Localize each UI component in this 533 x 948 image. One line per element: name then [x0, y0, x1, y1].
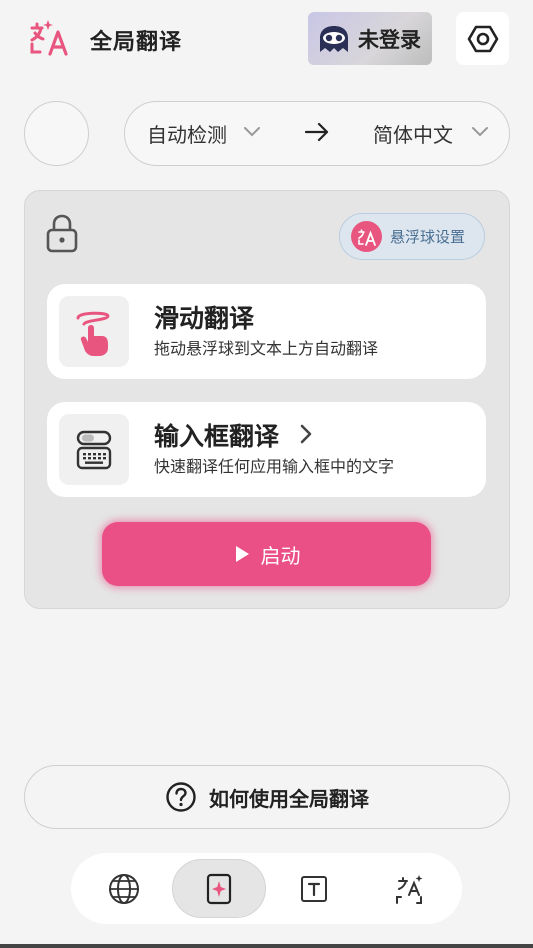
- globe-icon: [109, 873, 139, 904]
- sparkle-card-icon: [206, 873, 232, 904]
- system-gesture-bar: [0, 944, 533, 948]
- chevron-down-icon[interactable]: [241, 120, 263, 146]
- help-button[interactable]: 如何使用全局翻译: [24, 765, 510, 829]
- nav-item-globe[interactable]: [77, 859, 171, 918]
- login-button[interactable]: 未登录: [308, 12, 432, 65]
- chevron-down-icon[interactable]: [469, 120, 491, 146]
- translate-upload-icon: [396, 874, 423, 904]
- text-box-icon: [301, 875, 327, 902]
- keyboard-icon: [59, 414, 129, 485]
- feature-title: 滑动翻译: [154, 304, 255, 333]
- app-logo-icon: [28, 18, 72, 60]
- source-language-select[interactable]: 自动检测: [147, 119, 227, 148]
- feature-description: 拖动悬浮球到文本上方自动翻译: [154, 339, 379, 358]
- target-language-select[interactable]: 简体中文: [373, 119, 453, 148]
- nav-item-text[interactable]: [267, 859, 361, 918]
- swipe-translate-option[interactable]: 滑动翻译 拖动悬浮球到文本上方自动翻译: [47, 284, 486, 379]
- login-label: 未登录: [358, 27, 421, 52]
- play-icon: [235, 546, 249, 562]
- float-ball-icon: [351, 221, 382, 252]
- float-ball-settings-button[interactable]: 悬浮球设置: [339, 213, 485, 260]
- feature-title: 输入框翻译: [154, 422, 280, 451]
- settings-button[interactable]: [456, 12, 509, 65]
- ghost-avatar-icon: [320, 25, 348, 52]
- bottom-nav: [71, 853, 462, 924]
- feature-description: 快速翻译任何应用输入框中的文字: [154, 457, 395, 476]
- nav-item-translate-tools[interactable]: [362, 859, 456, 918]
- chevron-right-icon: [297, 422, 315, 450]
- nav-item-global-translate[interactable]: [172, 859, 266, 918]
- help-label: 如何使用全局翻译: [209, 786, 369, 811]
- hexagon-gear-icon: [467, 25, 498, 52]
- app-title: 全局翻译: [90, 30, 183, 55]
- start-button[interactable]: 启动: [102, 522, 431, 586]
- start-label: 启动: [260, 543, 301, 568]
- arrow-right-icon: [303, 118, 331, 150]
- swap-language-button[interactable]: [24, 101, 89, 166]
- float-ball-settings-label: 悬浮球设置: [390, 228, 466, 246]
- question-circle-icon: [166, 782, 196, 812]
- swipe-hand-icon: [59, 296, 129, 367]
- input-box-translate-option[interactable]: 输入框翻译 快速翻译任何应用输入框中的文字: [47, 402, 486, 497]
- lock-icon[interactable]: [44, 213, 80, 257]
